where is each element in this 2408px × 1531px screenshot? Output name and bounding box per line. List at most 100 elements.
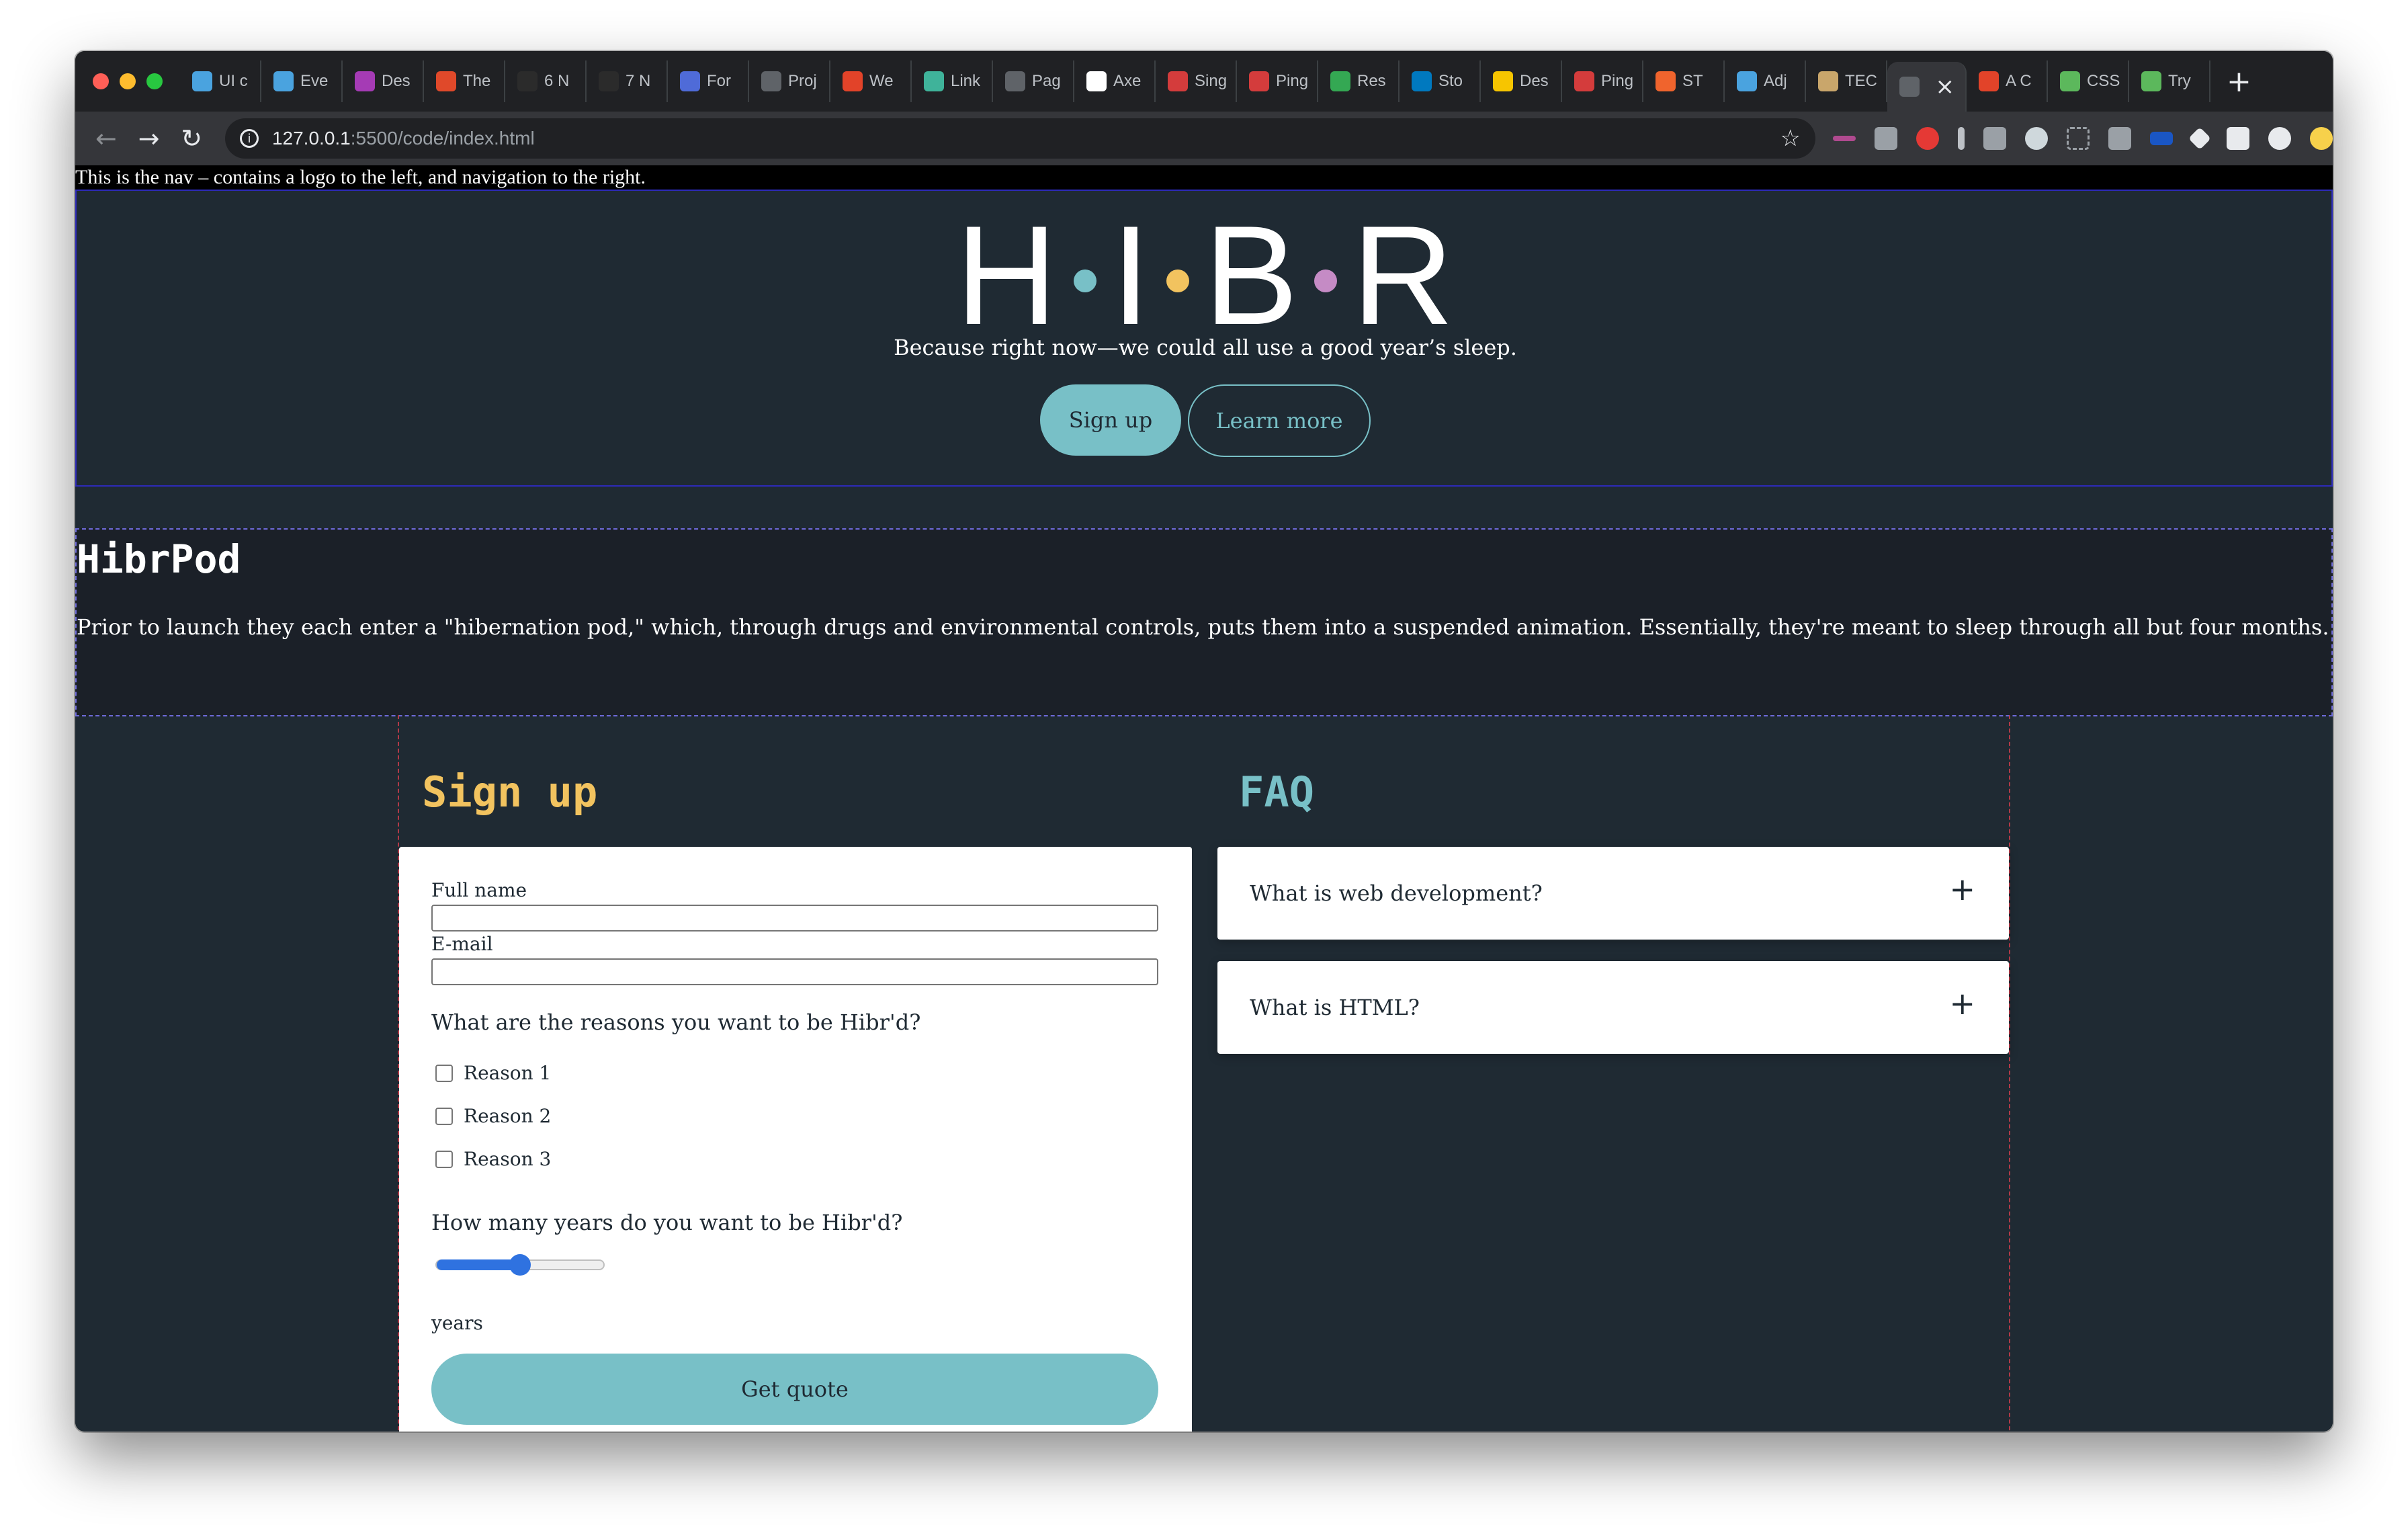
- reason-checkbox-row[interactable]: Reason 3: [435, 1148, 551, 1170]
- browser-tab[interactable]: Axe: [1074, 60, 1156, 102]
- tab-title: The: [463, 72, 491, 90]
- extension-diamond-icon[interactable]: [2188, 127, 2211, 150]
- tab-title: Adj: [1764, 72, 1787, 90]
- signup-button[interactable]: Sign up: [1040, 384, 1181, 456]
- p1-icon: [1168, 71, 1188, 91]
- tab-title: For: [707, 72, 731, 90]
- app-icon: [192, 71, 212, 91]
- url-path: :5500/code/index.html: [350, 128, 535, 149]
- browser-tab[interactable]: Sing: [1156, 60, 1237, 102]
- browser-tab[interactable]: UI c: [180, 60, 261, 102]
- browser-tab[interactable]: Sto: [1400, 60, 1481, 102]
- browser-tab[interactable]: Try: [2129, 60, 2210, 102]
- app-icon: [2060, 71, 2080, 91]
- hero-tagline: Because right now—we could all use a goo…: [894, 335, 1517, 360]
- browser-tab[interactable]: Des: [343, 60, 424, 102]
- browser-tab[interactable]: A C: [1967, 60, 2048, 102]
- tab-title: We: [869, 72, 894, 90]
- browser-tab[interactable]: The: [424, 60, 505, 102]
- maximize-window-button[interactable]: [146, 73, 163, 89]
- reload-icon[interactable]: ↻: [170, 124, 213, 153]
- browser-tab[interactable]: Des: [1481, 60, 1562, 102]
- email-label: E-mail: [431, 933, 493, 955]
- browser-tab[interactable]: Pag: [993, 60, 1074, 102]
- browser-tab[interactable]: 6 N: [505, 60, 587, 102]
- tab-title: ST: [1682, 72, 1703, 90]
- reason-checkbox[interactable]: [435, 1150, 453, 1168]
- back-arrow-icon[interactable]: ←: [85, 124, 128, 153]
- browser-tab[interactable]: We: [830, 60, 912, 102]
- extension-camera-icon[interactable]: [1875, 127, 1898, 150]
- close-tab-icon[interactable]: ×: [1936, 73, 1955, 100]
- tab-title: Axe: [1113, 72, 1142, 90]
- tab-title: CSS: [2087, 72, 2120, 90]
- years-slider-thumb[interactable]: [509, 1254, 531, 1276]
- years-label: years: [431, 1312, 483, 1334]
- browser-tab[interactable]: Link: [912, 60, 993, 102]
- email-field[interactable]: [431, 958, 1158, 985]
- p1-icon: [1574, 71, 1594, 91]
- new-tab-button[interactable]: +: [2227, 65, 2251, 99]
- faq-item[interactable]: What is web development? +: [1217, 847, 2009, 940]
- years-slider[interactable]: [435, 1254, 605, 1276]
- trello-icon: [1412, 71, 1432, 91]
- tab-title: Proj: [788, 72, 817, 90]
- browser-tab[interactable]: Ping: [1237, 60, 1318, 102]
- diamond-icon: [924, 71, 944, 91]
- hibr-logo: H I B R: [77, 205, 2333, 346]
- faq-item[interactable]: What is HTML? +: [1217, 961, 2009, 1054]
- reason-checkbox[interactable]: [435, 1107, 453, 1125]
- minimize-window-button[interactable]: [120, 73, 136, 89]
- browser-tab[interactable]: For: [668, 60, 749, 102]
- window-controls: [93, 73, 163, 89]
- forward-arrow-icon[interactable]: →: [128, 124, 171, 153]
- close-window-button[interactable]: [93, 73, 109, 89]
- app-icon: [1656, 71, 1676, 91]
- app-icon: [1737, 71, 1757, 91]
- browser-tab[interactable]: 7 N: [587, 60, 668, 102]
- browser-tab[interactable]: ×: [1887, 62, 1967, 112]
- extension-pen-icon[interactable]: [1958, 127, 1965, 150]
- tab-title: Sing: [1195, 72, 1228, 90]
- tab-strip: UI c Eve Des The 6 N 7 N For Proj We Link Pag Axe Si…: [75, 51, 2333, 112]
- expand-plus-icon[interactable]: +: [1949, 871, 1975, 907]
- medium-icon: [517, 71, 538, 91]
- browser-tab[interactable]: TEC: [1806, 60, 1887, 102]
- reason-checkbox-row[interactable]: Reason 1: [435, 1062, 551, 1084]
- browser-tab[interactable]: Ping: [1562, 60, 1643, 102]
- get-quote-button[interactable]: Get quote: [431, 1354, 1158, 1425]
- tab-title: Sto: [1438, 72, 1463, 90]
- extension-lens-icon[interactable]: [1983, 127, 2007, 150]
- extension-screenshot-icon[interactable]: [2067, 127, 2090, 150]
- expand-plus-icon[interactable]: +: [1949, 985, 1975, 1022]
- extensions-puzzle-icon[interactable]: [2227, 127, 2250, 150]
- extension-layout-icon[interactable]: [2108, 127, 2132, 150]
- extension-sun-icon[interactable]: [2310, 127, 2333, 150]
- profile-avatar[interactable]: [2268, 127, 2292, 150]
- p1-icon: [1249, 71, 1269, 91]
- reason-checkbox[interactable]: [435, 1064, 453, 1082]
- browser-tab[interactable]: CSS: [2048, 60, 2129, 102]
- app-icon: [355, 71, 375, 91]
- full-name-field[interactable]: [431, 905, 1158, 932]
- years-slider-fill: [437, 1259, 520, 1270]
- extension-shield-icon[interactable]: [1916, 127, 1940, 150]
- logo-dot: [1166, 270, 1190, 292]
- extension-arrow-icon[interactable]: [1833, 136, 1856, 141]
- browser-tab[interactable]: Res: [1318, 60, 1400, 102]
- browser-tab[interactable]: Eve: [261, 60, 343, 102]
- extension-palette-icon[interactable]: [2025, 127, 2049, 150]
- extension-zip-icon[interactable]: [2150, 132, 2174, 145]
- site-info-icon[interactable]: i: [239, 129, 259, 148]
- browser-tab[interactable]: ST: [1643, 60, 1725, 102]
- tab-title: Ping: [1601, 72, 1634, 90]
- app-icon: [273, 71, 294, 91]
- bookmark-star-icon[interactable]: ☆: [1780, 125, 1801, 152]
- browser-tab[interactable]: Adj: [1725, 60, 1806, 102]
- address-bar[interactable]: i 127.0.0.1:5500/code/index.html ☆: [224, 118, 1816, 159]
- learn-more-button[interactable]: Learn more: [1188, 384, 1371, 457]
- tab-title: Link: [951, 72, 981, 90]
- reason-checkbox-row[interactable]: Reason 2: [435, 1105, 551, 1127]
- browser-tab[interactable]: Proj: [749, 60, 830, 102]
- reason-label: Reason 3: [464, 1148, 552, 1170]
